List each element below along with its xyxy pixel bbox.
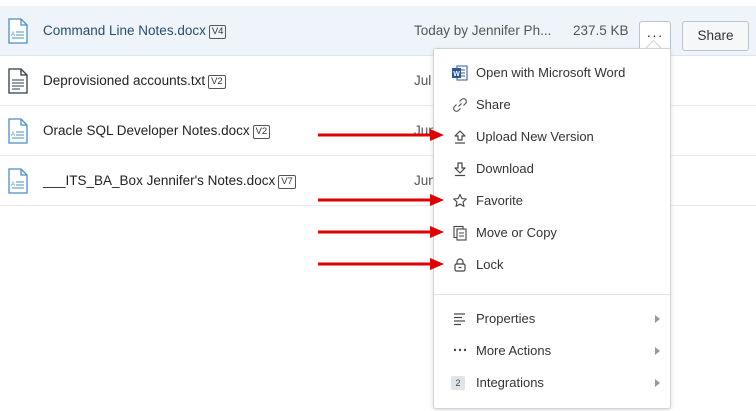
txt-file-icon bbox=[8, 68, 28, 94]
file-name[interactable]: Deprovisioned accounts.txt V2 bbox=[43, 56, 226, 106]
menu-divider bbox=[434, 294, 670, 295]
version-badge[interactable]: V2 bbox=[252, 125, 271, 139]
link-icon bbox=[453, 98, 467, 112]
docx-file-icon: A bbox=[8, 18, 28, 44]
version-badge[interactable]: V7 bbox=[278, 175, 296, 189]
menu-item-download[interactable]: Download bbox=[434, 153, 670, 185]
download-icon bbox=[454, 162, 466, 177]
menu-item-label: Upload New Version bbox=[476, 129, 594, 144]
menu-item-label: Properties bbox=[476, 311, 536, 326]
menu-item-properties[interactable]: Properties bbox=[434, 303, 670, 335]
menu-item-open-with-word[interactable]: W Open with Microsoft Word bbox=[434, 57, 670, 89]
annotation-arrow bbox=[318, 226, 444, 238]
lock-icon bbox=[454, 258, 466, 272]
menu-item-label: More Actions bbox=[476, 343, 552, 358]
menu-item-label: Favorite bbox=[476, 193, 523, 208]
integrations-badge: 2 bbox=[451, 376, 465, 390]
version-badge[interactable]: V2 bbox=[208, 75, 226, 89]
menu-item-integrations[interactable]: 2 Integrations bbox=[434, 367, 670, 399]
chevron-right-icon bbox=[655, 379, 660, 387]
menu-item-label: Lock bbox=[476, 257, 504, 272]
menu-item-favorite[interactable]: Favorite bbox=[434, 185, 670, 217]
chevron-right-icon bbox=[655, 347, 660, 355]
menu-item-label: Move or Copy bbox=[476, 225, 557, 240]
properties-icon bbox=[454, 313, 465, 326]
menu-item-move-or-copy[interactable]: Move or Copy bbox=[434, 217, 670, 249]
file-name[interactable]: Oracle SQL Developer Notes.docx V2 bbox=[43, 106, 271, 156]
menu-item-more-actions[interactable]: More Actions bbox=[434, 335, 670, 367]
star-icon bbox=[453, 193, 467, 207]
modified-info: Jul bbox=[414, 73, 432, 88]
file-actions-menu: W Open with Microsoft Word Share Upload … bbox=[433, 48, 671, 409]
annotation-arrow bbox=[318, 129, 444, 141]
ellipsis-icon bbox=[453, 348, 467, 352]
docx-file-icon: A bbox=[8, 168, 28, 194]
menu-item-label: Download bbox=[476, 161, 534, 176]
word-icon: W bbox=[452, 65, 468, 81]
svg-text:A: A bbox=[11, 32, 15, 38]
svg-text:W: W bbox=[453, 71, 460, 78]
menu-item-lock[interactable]: Lock bbox=[434, 249, 670, 281]
svg-text:A: A bbox=[11, 132, 15, 138]
upload-icon bbox=[454, 130, 466, 144]
copy-icon bbox=[453, 225, 467, 241]
svg-text:A: A bbox=[11, 182, 15, 188]
docx-file-icon: A bbox=[8, 118, 28, 144]
menu-item-label: Share bbox=[476, 97, 511, 112]
share-button[interactable]: Share bbox=[682, 21, 749, 51]
version-badge[interactable]: V4 bbox=[208, 25, 227, 39]
chevron-right-icon bbox=[655, 315, 660, 323]
menu-item-share[interactable]: Share bbox=[434, 89, 670, 121]
file-name[interactable]: Command Line Notes.docx V4 bbox=[43, 6, 227, 56]
menu-item-label: Integrations bbox=[476, 375, 544, 390]
annotation-arrow bbox=[318, 258, 444, 270]
file-name[interactable]: ___ITS_BA_Box Jennifer's Notes.docx V7 bbox=[43, 156, 296, 206]
menu-item-upload-new-version[interactable]: Upload New Version bbox=[434, 121, 670, 153]
annotation-arrow bbox=[318, 194, 444, 206]
menu-item-label: Open with Microsoft Word bbox=[476, 65, 626, 80]
